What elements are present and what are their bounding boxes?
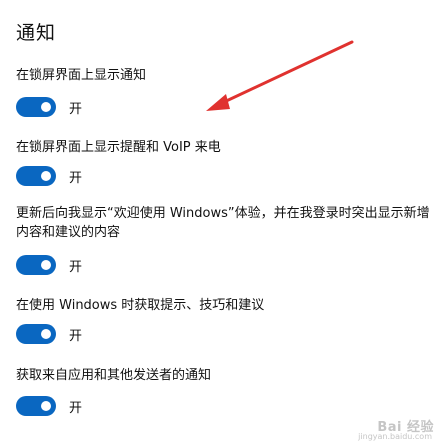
toggle-row-lock-screen-reminders-voip: 开 [16, 164, 82, 188]
setting-label-lock-screen-notifications: 在锁屏界面上显示通知 [16, 68, 147, 83]
toggle-lock-screen-reminders-voip[interactable] [16, 166, 56, 186]
toggle-knob [41, 102, 51, 112]
toggle-row-app-notifications: 开 [16, 394, 82, 418]
toggle-state-label: 开 [69, 259, 83, 275]
toggle-tips-tricks[interactable] [16, 324, 56, 344]
setting-label-app-notifications: 获取来自应用和其他发送者的通知 [16, 368, 212, 383]
toggle-state-label: 开 [69, 170, 83, 186]
setting-label-welcome-experience: 更新后向我显示“欢迎使用 Windows”体验，并在我登录时突出显示新增内容和建… [16, 206, 430, 240]
toggle-row-tips-tricks: 开 [16, 322, 82, 346]
toggle-row-lock-screen-notifications: 开 [16, 95, 82, 119]
toggle-app-notifications[interactable] [16, 396, 56, 416]
toggle-state-label: 开 [69, 400, 83, 416]
watermark-url: jingyan.baidu.com [358, 432, 432, 441]
toggle-knob [41, 260, 51, 270]
toggle-knob [41, 401, 51, 411]
toggle-knob [41, 329, 51, 339]
setting-label-lock-screen-reminders-voip: 在锁屏界面上显示提醒和 VoIP 来电 [16, 140, 221, 155]
toggle-state-label: 开 [69, 328, 83, 344]
setting-label-tips-tricks: 在使用 Windows 时获取提示、技巧和建议 [16, 298, 265, 313]
toggle-row-welcome-experience: 开 [16, 253, 82, 277]
toggle-knob [41, 171, 51, 181]
toggle-lock-screen-notifications[interactable] [16, 97, 56, 117]
notification-settings-page: 通知 在锁屏界面上显示通知 开 在锁屏界面上显示提醒和 VoIP 来电 开 更新… [0, 0, 440, 441]
toggle-welcome-experience[interactable] [16, 255, 56, 275]
toggle-state-label: 开 [69, 101, 83, 117]
section-title: 通知 [16, 22, 57, 44]
